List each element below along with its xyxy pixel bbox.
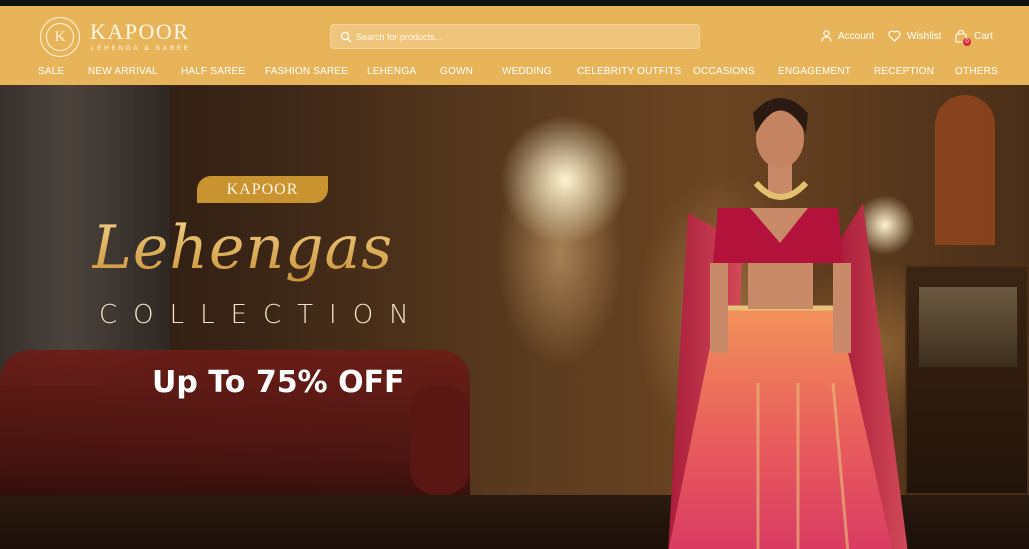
brand-name: KAPOOR: [90, 19, 190, 44]
account-icon: [821, 30, 832, 42]
logo-emblem: K: [40, 17, 80, 57]
nav-item-reception[interactable]: RECEPTION: [874, 66, 934, 77]
logo-monogram: K: [46, 23, 74, 51]
heart-icon: [888, 30, 901, 42]
nav-item-gown[interactable]: GOWN: [440, 66, 473, 77]
hero-subtitle: COLLECTION: [99, 300, 425, 330]
cart-label: Cart: [974, 30, 993, 42]
cart-link[interactable]: 0 Cart: [955, 28, 993, 46]
search-icon[interactable]: [340, 31, 352, 43]
hero-brand-pill: KAPOOR: [197, 176, 328, 203]
wishlist-label: Wishlist: [907, 30, 942, 42]
nav-item-occasions[interactable]: OCCASIONS: [693, 66, 755, 77]
nav-item-fashion-saree[interactable]: FASHION SAREE: [265, 66, 348, 77]
nav-item-others[interactable]: OTHERS: [955, 66, 998, 77]
nav-item-engagement[interactable]: ENGAGEMENT: [778, 66, 851, 77]
brand-logo[interactable]: K KAPOOR LEHENGA & SAREE: [40, 17, 200, 57]
search-input[interactable]: [356, 25, 691, 48]
cart-icon-wrap: 0: [955, 29, 971, 46]
nav-item-new-arrival[interactable]: NEW ARRIVAL: [88, 66, 158, 77]
hero-title: Lehengas: [92, 213, 442, 283]
nav-item-celebrity-outfits[interactable]: CELEBRITY OUTFITS: [577, 66, 681, 77]
nav-item-lehenga[interactable]: LEHENGA: [367, 66, 416, 77]
cart-count-badge: 0: [963, 37, 971, 46]
search-bar: [330, 24, 700, 49]
site-header: K KAPOOR LEHENGA & SAREE Account Wishlis…: [0, 6, 1029, 85]
sofa-arm: [410, 385, 470, 495]
main-nav: SALE NEW ARRIVAL HALF SAREE FASHION SARE…: [0, 66, 1029, 80]
hero-banner[interactable]: KAPOOR Lehengas COLLECTION Up To 75% OFF: [0, 85, 1029, 549]
hero-offer: Up To 75% OFF: [152, 365, 405, 400]
wishlist-link[interactable]: Wishlist: [888, 28, 941, 44]
nav-item-half-saree[interactable]: HALF SAREE: [181, 66, 245, 77]
background-arch: [935, 95, 995, 245]
brand-tagline: LEHENGA & SAREE: [91, 45, 191, 52]
account-label: Account: [838, 30, 875, 42]
nav-item-sale[interactable]: SALE: [38, 66, 64, 77]
account-link[interactable]: Account: [821, 28, 874, 44]
nav-item-wedding[interactable]: WEDDING: [502, 66, 552, 77]
model-figure: [668, 98, 908, 549]
background-cabinet: [905, 265, 1029, 495]
chandelier-light: [500, 115, 630, 245]
